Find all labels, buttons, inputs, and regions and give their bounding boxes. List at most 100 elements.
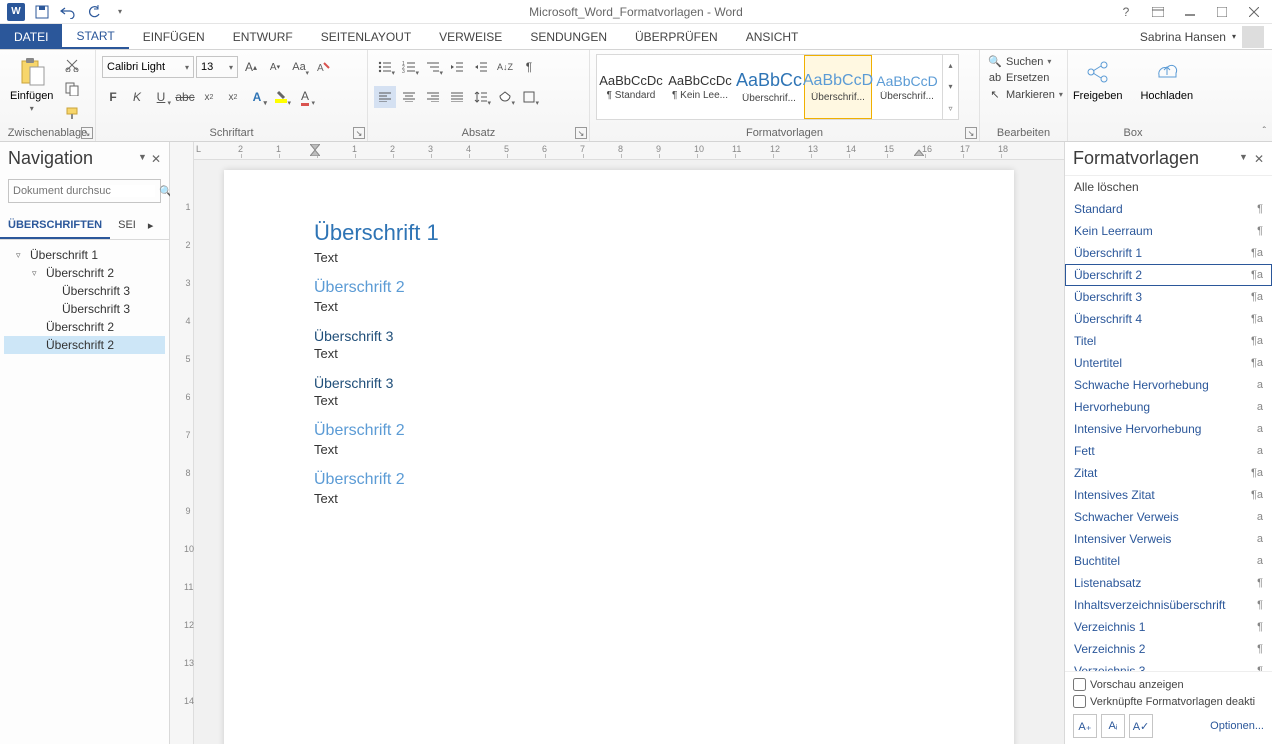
style-gallery-item[interactable]: AaBbCcDc¶ Standard (597, 55, 665, 119)
styles-pane-item[interactable]: Untertitel¶a (1065, 352, 1272, 374)
styles-pane-item[interactable]: Verzeichnis 3¶ (1065, 660, 1272, 672)
align-center-icon[interactable] (398, 86, 420, 108)
nav-close-icon[interactable]: ✕ (151, 152, 161, 166)
ribbon-display-icon[interactable] (1144, 1, 1172, 23)
disable-linked-checkbox[interactable]: Verknüpfte Formatvorlagen deakti (1073, 695, 1264, 708)
font-size-combo[interactable]: 13▾ (196, 56, 238, 78)
styles-pane-item[interactable]: Überschrift 3¶a (1065, 286, 1272, 308)
styles-pane-item[interactable]: Inhaltsverzeichnisüberschrift¶ (1065, 594, 1272, 616)
styles-pane-item[interactable]: Verzeichnis 1¶ (1065, 616, 1272, 638)
document-scroll[interactable]: Überschrift 1 Text Überschrift 2 Text Übersc… (194, 160, 1064, 744)
outline-item[interactable]: Überschrift 2 (4, 336, 165, 354)
word-app-icon[interactable]: W (4, 1, 28, 23)
style-inspector-icon[interactable]: Aᵢ (1101, 714, 1125, 738)
nav-tab-headings[interactable]: ÜBERSCHRIFTEN (0, 213, 110, 239)
cut-icon[interactable] (61, 54, 83, 76)
document-page[interactable]: Überschrift 1 Text Überschrift 2 Text Übersc… (224, 170, 1014, 744)
styles-pane-item[interactable]: Überschrift 4¶a (1065, 308, 1272, 330)
style-gallery-item[interactable]: AaBbCcDÜberschrif... (873, 55, 941, 119)
styles-close-icon[interactable]: ✕ (1254, 152, 1264, 166)
styles-pane-item[interactable]: Intensiver Verweisa (1065, 528, 1272, 550)
outline-item[interactable]: Überschrift 2 (4, 318, 165, 336)
show-marks-icon[interactable]: ¶ (518, 56, 540, 78)
font-color-icon[interactable]: A (294, 86, 316, 108)
select-button[interactable]: ↖Markieren ▾ (986, 87, 1065, 102)
tab-einfuegen[interactable]: EINFÜGEN (129, 24, 219, 49)
styles-pane-item[interactable]: Buchtitela (1065, 550, 1272, 572)
shading-icon[interactable] (494, 86, 516, 108)
gallery-expand-icon[interactable]: ▿ (943, 98, 958, 119)
paragraph-dialog-launcher[interactable]: ↘ (575, 127, 587, 139)
styles-pane-item[interactable]: Intensive Hervorhebunga (1065, 418, 1272, 440)
heading-2[interactable]: Überschrift 2 (314, 279, 924, 297)
nav-tab-pages[interactable]: SEI (110, 213, 144, 239)
collapse-ribbon-icon[interactable]: ˆ (1263, 126, 1266, 137)
body-text[interactable]: Text (314, 491, 924, 506)
body-text[interactable]: Text (314, 299, 924, 314)
styles-pane-item[interactable]: Verzeichnis 2¶ (1065, 638, 1272, 660)
outline-item[interactable]: ▿Überschrift 2 (4, 264, 165, 282)
tab-ueberpruefen[interactable]: ÜBERPRÜFEN (621, 24, 732, 49)
outline-item[interactable]: Überschrift 3 (4, 282, 165, 300)
find-button[interactable]: 🔍Suchen ▾ (986, 54, 1065, 69)
bullets-icon[interactable] (374, 56, 396, 78)
share-button[interactable]: Freigeben (1069, 54, 1127, 104)
minimize-icon[interactable] (1176, 1, 1204, 23)
maximize-icon[interactable] (1208, 1, 1236, 23)
tab-entwurf[interactable]: ENTWURF (219, 24, 307, 49)
redo-icon[interactable] (82, 1, 106, 23)
change-case-icon[interactable]: Aa (288, 56, 310, 78)
underline-icon[interactable]: U (150, 86, 172, 108)
nav-dropdown-icon[interactable]: ▼ (138, 152, 147, 166)
styles-dropdown-icon[interactable]: ▼ (1239, 152, 1248, 166)
styles-pane-item[interactable]: Zitat¶a (1065, 462, 1272, 484)
borders-icon[interactable] (518, 86, 540, 108)
styles-pane-item[interactable]: Hervorhebunga (1065, 396, 1272, 418)
heading-2[interactable]: Überschrift 2 (314, 471, 924, 489)
tab-verweise[interactable]: VERWEISE (425, 24, 516, 49)
paste-button[interactable]: Einfügen ▾ (6, 54, 57, 115)
align-left-icon[interactable] (374, 86, 396, 108)
styles-pane-item[interactable]: Kein Leerraum¶ (1065, 220, 1272, 242)
manage-styles-icon[interactable]: A✓ (1129, 714, 1153, 738)
vertical-ruler[interactable]: 1234567891011121314 (170, 142, 194, 744)
body-text[interactable]: Text (314, 442, 924, 457)
tab-start[interactable]: START (62, 24, 128, 49)
clipboard-dialog-launcher[interactable]: ↘ (81, 127, 93, 139)
tab-seitenlayout[interactable]: SEITENLAYOUT (307, 24, 425, 49)
decrease-font-icon[interactable]: A▾ (264, 56, 286, 78)
styles-pane-item[interactable]: Standard¶ (1065, 198, 1272, 220)
new-style-icon[interactable]: A₊ (1073, 714, 1097, 738)
text-effects-icon[interactable]: A (246, 86, 268, 108)
replace-button[interactable]: abErsetzen (986, 71, 1065, 85)
strikethrough-icon[interactable]: abc (174, 86, 196, 108)
styles-pane-item[interactable]: Überschrift 2¶a (1065, 264, 1272, 286)
styles-pane-item[interactable]: Intensives Zitat¶a (1065, 484, 1272, 506)
horizontal-ruler[interactable]: L21123456789101112131415161718 (194, 142, 1064, 160)
style-gallery-item[interactable]: AaBbCcDÜberschrif... (804, 55, 872, 119)
gallery-down-icon[interactable]: ▾ (943, 76, 958, 97)
font-name-combo[interactable]: Calibri Light▾ (102, 56, 194, 78)
save-icon[interactable] (30, 1, 54, 23)
first-line-indent-marker[interactable] (310, 144, 320, 156)
line-spacing-icon[interactable] (470, 86, 492, 108)
increase-font-icon[interactable]: A▴ (240, 56, 262, 78)
superscript-icon[interactable]: x2 (222, 86, 244, 108)
align-right-icon[interactable] (422, 86, 444, 108)
right-indent-marker[interactable] (914, 144, 924, 156)
help-icon[interactable]: ? (1112, 1, 1140, 23)
heading-1[interactable]: Überschrift 1 (314, 220, 924, 246)
justify-icon[interactable] (446, 86, 468, 108)
increase-indent-icon[interactable] (470, 56, 492, 78)
style-gallery-item[interactable]: AaBbCcDc¶ Kein Lee... (666, 55, 734, 119)
qat-customize-icon[interactable]: ▾ (108, 1, 132, 23)
multilevel-list-icon[interactable] (422, 56, 444, 78)
undo-icon[interactable] (56, 1, 80, 23)
styles-pane-item[interactable]: Schwache Hervorhebunga (1065, 374, 1272, 396)
subscript-icon[interactable]: x2 (198, 86, 220, 108)
styles-pane-item[interactable]: Überschrift 1¶a (1065, 242, 1272, 264)
highlight-icon[interactable] (270, 86, 292, 108)
styles-pane-item[interactable]: Schwacher Verweisa (1065, 506, 1272, 528)
gallery-up-icon[interactable]: ▴ (943, 55, 958, 76)
decrease-indent-icon[interactable] (446, 56, 468, 78)
